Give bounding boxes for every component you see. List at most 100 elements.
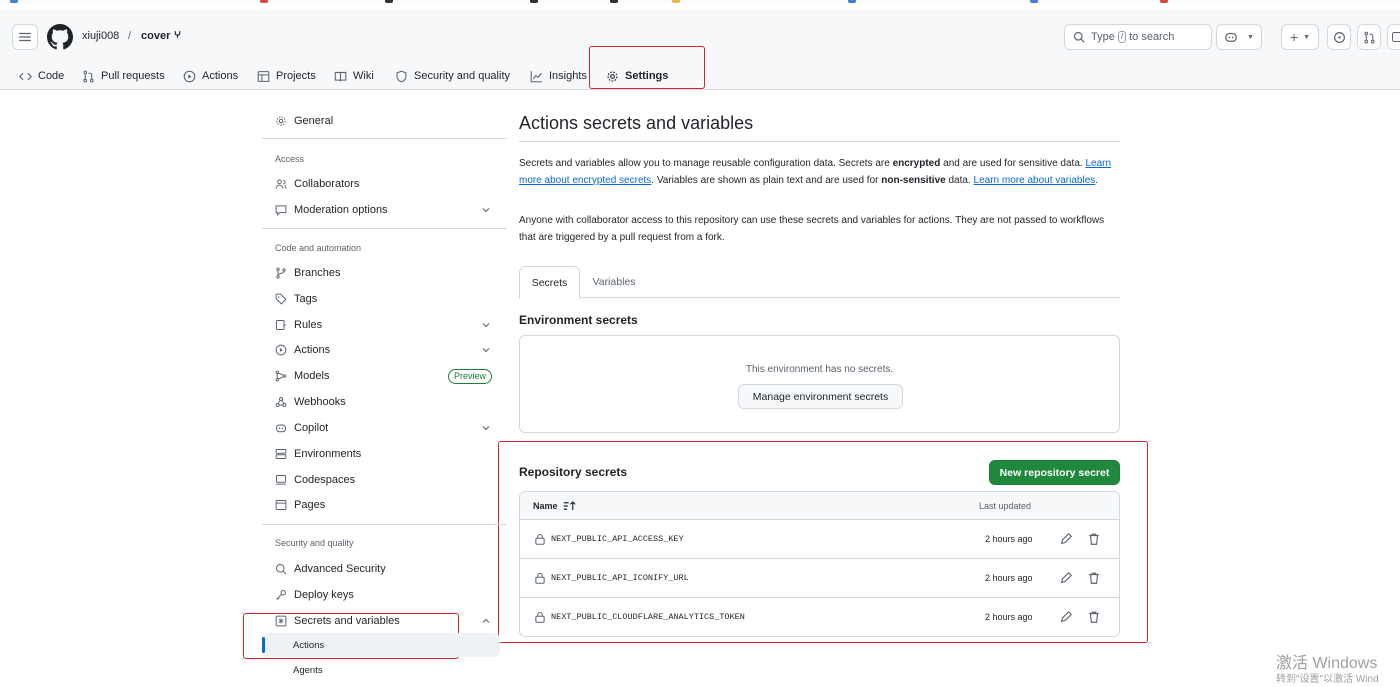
pencil-icon[interactable] (1059, 571, 1073, 585)
sidebar-label: Rules (294, 319, 323, 331)
sidebar-label: Copilot (294, 422, 329, 434)
trash-icon[interactable] (1087, 571, 1101, 585)
fork-icon (175, 31, 181, 38)
breadcrumb-separator: / (128, 30, 132, 42)
learn-more-variables-link[interactable]: Learn more about variables (974, 175, 1096, 186)
nav-label: Settings (625, 70, 669, 82)
sidebar-item-webhooks[interactable]: Webhooks (262, 390, 500, 414)
manage-environment-secrets-button[interactable]: Manage environment secrets (738, 384, 903, 409)
graph-icon (530, 70, 542, 82)
preview-badge: Preview (447, 369, 492, 384)
pencil-icon[interactable] (1059, 610, 1073, 624)
pencil-icon[interactable] (1059, 532, 1073, 546)
menu-button[interactable] (12, 24, 38, 50)
sidebar-item-moderation[interactable]: Moderation options (262, 198, 500, 222)
play-icon (183, 70, 196, 82)
sidebar-item-rules[interactable]: Rules (262, 313, 500, 337)
create-new-button[interactable]: + ▼ (1281, 24, 1319, 50)
environment-secrets-box: This environment has no secrets. Manage … (519, 335, 1120, 433)
nav-code[interactable]: Code (19, 62, 64, 90)
sidebar-subitem-actions[interactable]: Actions (262, 633, 500, 657)
secret-name: NEXT_PUBLIC_CLOUDFLARE_ANALYTICS_TOKEN (551, 612, 745, 622)
copilot-button[interactable]: ▼ (1216, 24, 1262, 50)
inbox-button[interactable] (1387, 24, 1400, 50)
table-row: NEXT_PUBLIC_API_ACCESS_KEY 2 hours ago (520, 520, 1119, 559)
desc-text: . (1095, 174, 1099, 186)
table-row: NEXT_PUBLIC_API_ICONIFY_URL 2 hours ago (520, 559, 1119, 598)
pull-requests-button[interactable] (1357, 24, 1381, 50)
breadcrumb-owner[interactable]: xiuji008 (82, 30, 119, 42)
sidebar-item-tags[interactable]: Tags (262, 287, 500, 311)
nav-label: Projects (276, 70, 316, 82)
chevron-down-icon: ▼ (1247, 33, 1254, 41)
search-prefix: Type (1091, 31, 1115, 43)
sidebar-label: Deploy keys (294, 589, 354, 601)
table-header: Name Last updated (520, 492, 1119, 520)
models-icon (275, 370, 287, 382)
env-empty-message: This environment has no secrets. (745, 364, 894, 375)
secret-name: NEXT_PUBLIC_API_ACCESS_KEY (551, 534, 684, 544)
sort-icon (563, 501, 576, 511)
sidebar-item-copilot[interactable]: Copilot (262, 416, 500, 440)
nav-insights[interactable]: Insights (530, 62, 587, 90)
lock-icon (535, 533, 545, 545)
trash-icon[interactable] (1087, 532, 1101, 546)
sidebar-item-environments[interactable]: Environments (262, 442, 500, 466)
sidebar-item-codespaces[interactable]: Codespaces (262, 468, 500, 492)
gear-icon (276, 116, 286, 126)
people-icon (275, 179, 287, 189)
chevron-up-icon (482, 618, 490, 623)
page-title: Actions secrets and variables (519, 113, 754, 133)
comment-icon (275, 205, 287, 216)
trash-icon[interactable] (1087, 610, 1101, 624)
chevron-down-icon (482, 348, 490, 353)
sidebar-item-secrets-variables[interactable]: Secrets and variables (262, 609, 500, 633)
secrets-variables-tabs: Secrets Variables (519, 266, 1120, 299)
desc-bold-non-sensitive: non-sensitive (881, 174, 946, 186)
repository-secrets-table: Name Last updated NEXT_PUBLIC_API_ACCESS… (519, 491, 1120, 637)
column-name-sort[interactable]: Name (533, 501, 576, 511)
sidebar-divider (262, 228, 507, 229)
nav-actions[interactable]: Actions (183, 62, 238, 90)
github-logo-icon[interactable] (47, 24, 73, 50)
nav-label: Wiki (353, 70, 374, 82)
sidebar-item-pages[interactable]: Pages (262, 493, 500, 517)
nav-security[interactable]: Security and quality (395, 62, 510, 90)
sidebar-item-collaborators[interactable]: Collaborators (262, 172, 500, 196)
table-row: NEXT_PUBLIC_CLOUDFLARE_ANALYTICS_TOKEN 2… (520, 598, 1119, 636)
global-header: xiuji008 / cover Type / to search ▼ + ▼ C… (0, 10, 1400, 90)
nav-label: Pull requests (101, 70, 165, 82)
new-repository-secret-button[interactable]: New repository secret (989, 460, 1120, 485)
nav-settings[interactable]: Settings (606, 62, 668, 90)
breadcrumb-repo[interactable]: cover (141, 30, 182, 42)
tab-variables[interactable]: Variables (582, 266, 646, 298)
sidebar-item-models[interactable]: Models Preview (262, 364, 500, 388)
sidebar-label: Collaborators (294, 178, 360, 190)
codescan-icon (276, 564, 287, 575)
sidebar-item-branches[interactable]: Branches (262, 261, 500, 285)
tab-secrets[interactable]: Secrets (519, 266, 580, 299)
issues-button[interactable] (1327, 24, 1351, 50)
sidebar-item-general[interactable]: General (262, 109, 500, 133)
webhook-icon (275, 397, 287, 407)
sidebar-item-advanced-security[interactable]: Advanced Security (262, 557, 500, 581)
desc-text: Secrets and variables allow you to manag… (519, 158, 893, 169)
nav-wiki[interactable]: Wiki (334, 62, 374, 90)
search-shortcut: / (1117, 31, 1127, 43)
nav-pull-requests[interactable]: Pull requests (82, 62, 165, 90)
sidebar-label: Environments (294, 448, 362, 460)
shield-icon (396, 70, 407, 82)
sidebar-item-actions[interactable]: Actions (262, 338, 500, 362)
secret-updated: 2 hours ago (985, 612, 1033, 622)
nav-projects[interactable]: Projects (257, 62, 316, 90)
sidebar-item-deploy-keys[interactable]: Deploy keys (262, 583, 500, 607)
sidebar-label: Tags (294, 293, 318, 305)
sidebar-subitem-agents[interactable]: Agents (262, 658, 500, 682)
secret-name: NEXT_PUBLIC_API_ICONIFY_URL (551, 573, 689, 583)
search-input[interactable]: Type / to search (1064, 24, 1212, 50)
repository-nav: Code Pull requests Actions Projects Wiki… (0, 62, 1400, 90)
sidebar-label: Agents (293, 664, 323, 676)
branch-icon (276, 267, 286, 279)
chevron-down-icon: ▼ (1303, 33, 1311, 41)
sidebar-label: Actions (293, 639, 325, 651)
